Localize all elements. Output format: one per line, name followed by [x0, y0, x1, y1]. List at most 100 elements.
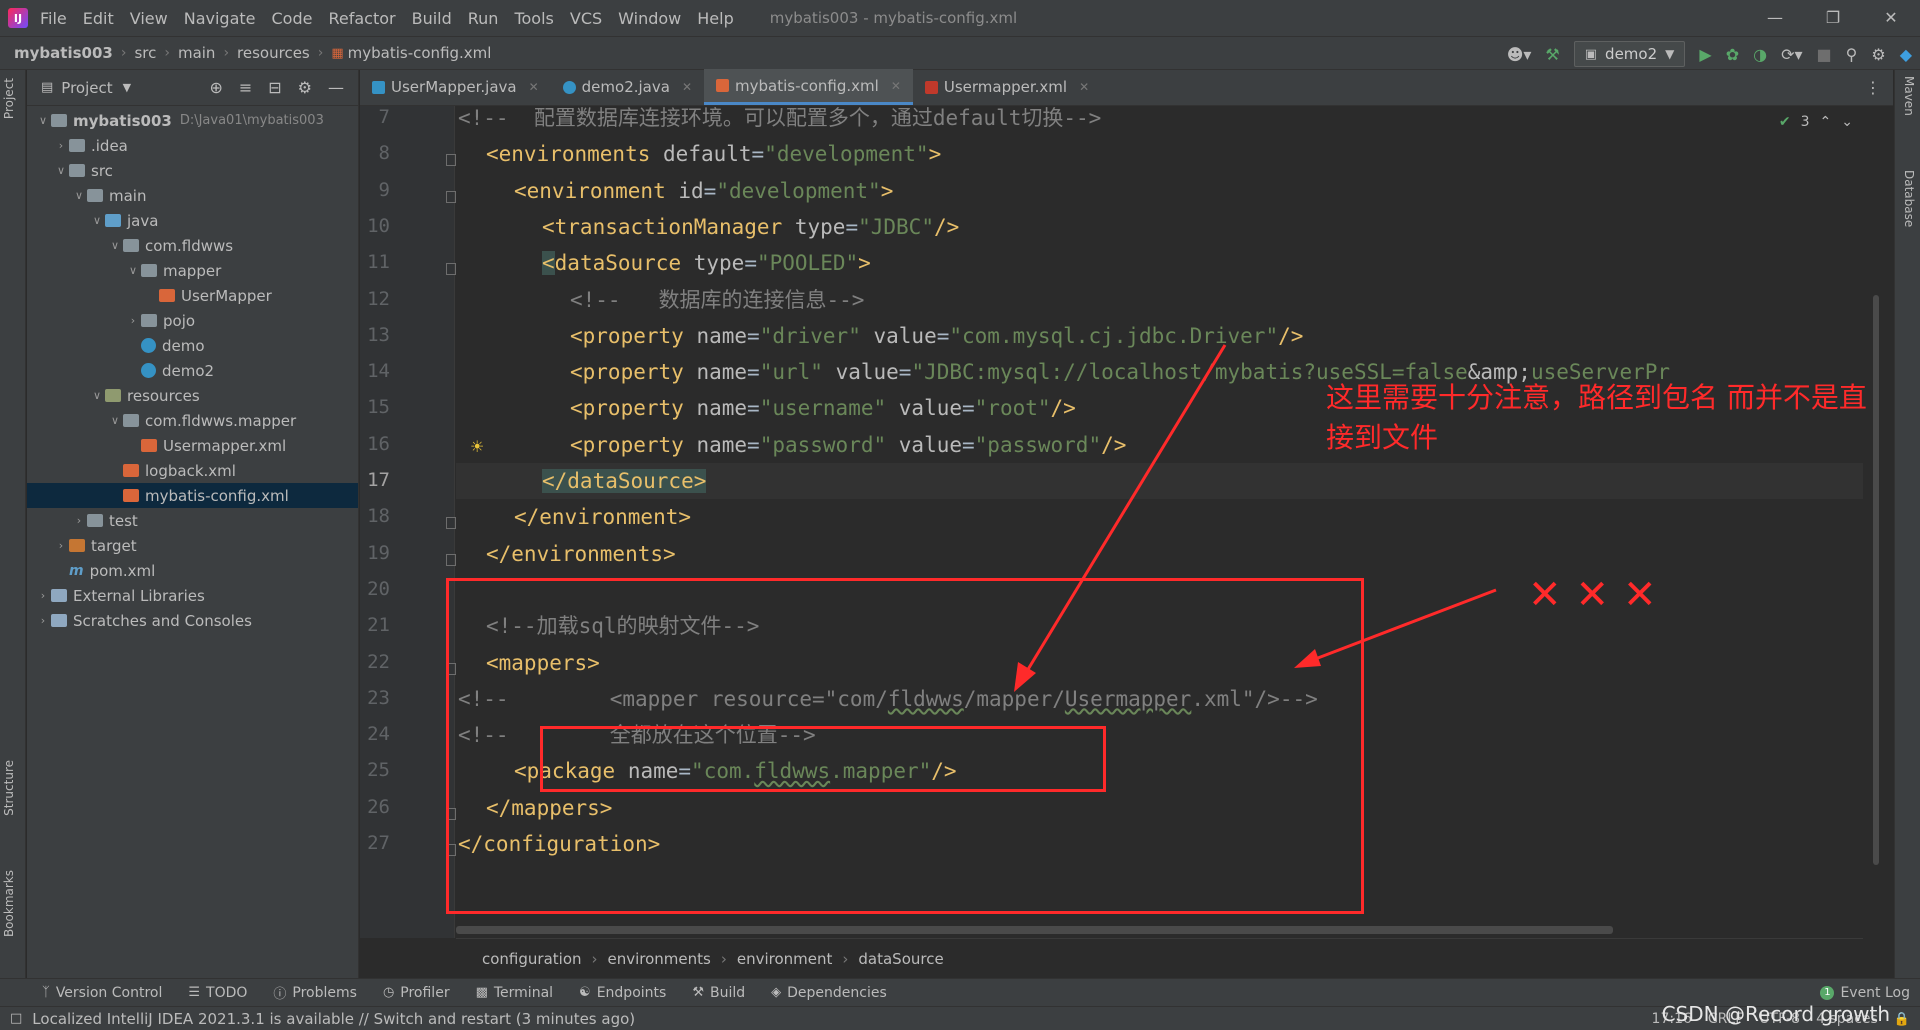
coverage-icon[interactable]: ◑	[1753, 45, 1767, 64]
breadcrumb-src[interactable]: src	[134, 44, 156, 62]
jetbrains-toolbox-icon[interactable]: ◆	[1900, 45, 1912, 64]
more-tabs-icon[interactable]: ⋮	[1865, 78, 1881, 97]
breadcrumb-main[interactable]: main	[178, 44, 215, 62]
menu-edit[interactable]: Edit	[83, 9, 114, 28]
code-line[interactable]: <property name="driver" value="com.mysql…	[456, 318, 1303, 354]
restore-icon[interactable]: ❐	[1804, 0, 1862, 36]
tab-usermapper-java[interactable]: UserMapper.java ✕	[360, 69, 551, 105]
chevron-right-icon[interactable]: ›	[71, 514, 87, 527]
tree-item[interactable]: ∨ src	[27, 158, 358, 183]
profile-icon[interactable]: ⟳▾	[1781, 45, 1802, 64]
breadcrumb-environments[interactable]: environments	[608, 950, 711, 968]
tool-terminal[interactable]: ▩ Terminal	[476, 985, 553, 1001]
tree-item[interactable]: › External Libraries	[27, 583, 358, 608]
menu-code[interactable]: Code	[272, 9, 313, 28]
code-line[interactable]: <environment id="development">	[456, 173, 893, 209]
menu-help[interactable]: Help	[697, 9, 733, 28]
code-line[interactable]: <property name="password" value="passwor…	[456, 427, 1126, 463]
tree-item[interactable]: mybatis-config.xml	[27, 483, 358, 508]
close-icon[interactable]: ✕	[1862, 0, 1920, 36]
chevron-right-icon[interactable]: ›	[125, 314, 141, 327]
tool-dependencies[interactable]: ◈ Dependencies	[771, 985, 887, 1001]
tree-item[interactable]: › pojo	[27, 308, 358, 333]
code-line[interactable]: <!-- 配置数据库连接环境。可以配置多个，通过default切换-->	[456, 106, 1101, 136]
minimize-icon[interactable]: —	[1746, 0, 1804, 36]
bookmarks-tool-tab[interactable]: Bookmarks	[2, 870, 16, 937]
close-tab-icon[interactable]: ✕	[1079, 80, 1089, 94]
chevron-down-icon[interactable]: ∨	[89, 214, 105, 227]
menu-window[interactable]: Window	[618, 9, 681, 28]
tree-item[interactable]: ∨ com.fldwws	[27, 233, 358, 258]
chevron-down-icon[interactable]: ∨	[89, 389, 105, 402]
tree-item[interactable]: › Scratches and Consoles	[27, 608, 358, 633]
tab-usermapper-xml[interactable]: Usermapper.xml ✕	[913, 69, 1101, 105]
tab-mybatis-config-xml[interactable]: mybatis-config.xml ✕	[704, 69, 913, 105]
tree-item[interactable]: ∨ resources	[27, 383, 358, 408]
chevron-down-icon[interactable]: ∨	[107, 414, 123, 427]
menu-view[interactable]: View	[130, 9, 168, 28]
chevron-down-icon[interactable]: ∨	[125, 264, 141, 277]
menu-navigate[interactable]: Navigate	[184, 9, 256, 28]
tree-item[interactable]: UserMapper	[27, 283, 358, 308]
menu-build[interactable]: Build	[412, 9, 452, 28]
tree-item[interactable]: logback.xml	[27, 458, 358, 483]
hide-panel-icon[interactable]: —	[328, 78, 344, 97]
tree-item[interactable]: Usermapper.xml	[27, 433, 358, 458]
tree-item[interactable]: › test	[27, 508, 358, 533]
debug-icon[interactable]: ✿	[1726, 45, 1739, 64]
chevron-right-icon[interactable]: ›	[53, 139, 69, 152]
chevron-up-icon[interactable]: ⌃	[1820, 114, 1832, 130]
run-config-select[interactable]: ▣ demo2 ▼	[1573, 41, 1686, 67]
tool-version-control[interactable]: ᛉ Version Control	[42, 985, 162, 1001]
tree-item[interactable]: › target	[27, 533, 358, 558]
chevron-right-icon[interactable]: ›	[35, 614, 51, 627]
database-tool-tab[interactable]: Database	[1902, 170, 1916, 227]
breadcrumb-configuration[interactable]: configuration	[482, 950, 582, 968]
chevron-down-icon[interactable]: ∨	[53, 164, 69, 177]
tree-item[interactable]: ∨ com.fldwws.mapper	[27, 408, 358, 433]
menu-file[interactable]: File	[40, 9, 67, 28]
tool-todo[interactable]: ☰ TODO	[188, 985, 247, 1001]
vertical-scrollbar[interactable]	[1873, 295, 1879, 865]
chevron-down-icon[interactable]: ∨	[71, 189, 87, 202]
stop-icon[interactable]: ■	[1817, 45, 1832, 64]
breadcrumb-resources[interactable]: resources	[237, 44, 310, 62]
code-line[interactable]: <dataSource type="POOLED">	[456, 245, 871, 281]
chevron-right-icon[interactable]: ›	[35, 589, 51, 602]
code-line[interactable]: <environments default="development">	[456, 136, 941, 172]
close-tab-icon[interactable]: ✕	[891, 79, 901, 93]
menu-vcs[interactable]: VCS	[570, 9, 602, 28]
breadcrumb-file[interactable]: mybatis-config.xml	[348, 44, 492, 62]
expand-all-icon[interactable]: ≡	[239, 78, 252, 97]
fold-marker-icon[interactable]	[446, 263, 456, 276]
fold-marker-icon[interactable]	[446, 190, 456, 203]
run-icon[interactable]: ▶	[1699, 45, 1711, 64]
project-tool-tab[interactable]: Project	[2, 78, 16, 119]
search-icon[interactable]: ⚲	[1846, 45, 1858, 64]
fold-marker-icon[interactable]	[446, 553, 456, 566]
breadcrumb-datasource[interactable]: dataSource	[858, 950, 943, 968]
settings-gear-icon[interactable]: ⚙	[1871, 45, 1885, 64]
menu-run[interactable]: Run	[468, 9, 499, 28]
status-message[interactable]: Localized IntelliJ IDEA 2021.3.1 is avai…	[32, 1010, 635, 1028]
code-line[interactable]: <!-- 数据库的连接信息-->	[456, 282, 864, 318]
tree-item[interactable]: demo	[27, 333, 358, 358]
tree-item[interactable]: ∨ mapper	[27, 258, 358, 283]
tool-profiler[interactable]: ◷ Profiler	[383, 985, 450, 1001]
tree-item[interactable]: ∨ mybatis003 D:\Java01\mybatis003	[27, 108, 358, 133]
menu-refactor[interactable]: Refactor	[328, 9, 395, 28]
fold-marker-icon[interactable]	[446, 154, 456, 167]
chevron-down-icon[interactable]: ∨	[107, 239, 123, 252]
code-line[interactable]: </dataSource>	[456, 463, 1863, 499]
breadcrumb-project[interactable]: mybatis003	[14, 44, 113, 62]
tab-demo2-java[interactable]: demo2.java ✕	[551, 69, 704, 105]
code-line[interactable]: <property name="username" value="root"/>	[456, 390, 1076, 426]
status-square-icon[interactable]: □	[10, 1011, 22, 1026]
tree-item[interactable]: demo2	[27, 358, 358, 383]
lock-icon[interactable]: 🔒	[1894, 1012, 1910, 1027]
user-icon[interactable]: ☻▾	[1507, 45, 1532, 64]
collapse-all-icon[interactable]: ⊟	[268, 78, 281, 97]
maven-tool-tab[interactable]: Maven	[1902, 76, 1916, 116]
tool-problems[interactable]: ⓘ Problems	[273, 983, 357, 1003]
structure-tool-tab[interactable]: Structure	[2, 760, 16, 816]
